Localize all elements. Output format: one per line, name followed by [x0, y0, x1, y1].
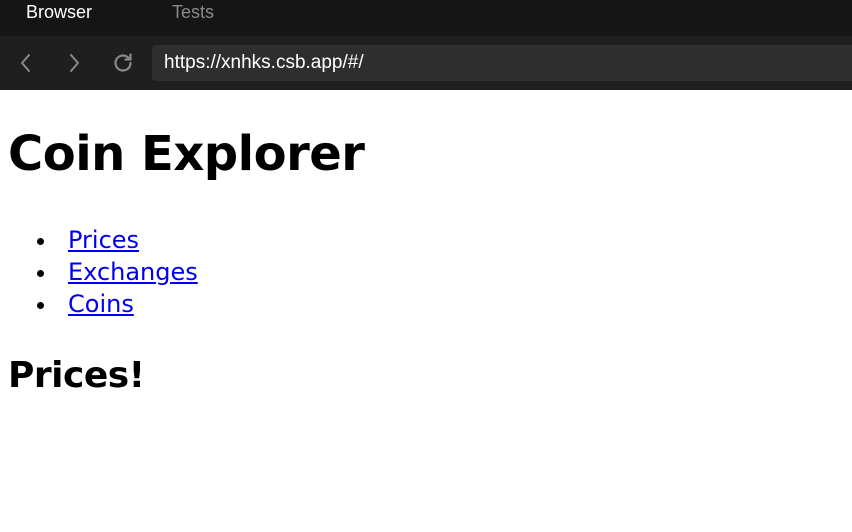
nav-link-list: Prices Exchanges Coins — [28, 224, 198, 320]
coins-link[interactable]: Coins — [68, 290, 134, 318]
exchanges-link[interactable]: Exchanges — [68, 258, 198, 286]
list-item: Coins — [28, 288, 198, 320]
page-title: Coin Explorer — [8, 126, 365, 182]
tab-tests[interactable]: Tests — [172, 0, 214, 24]
back-button[interactable] — [12, 49, 40, 77]
chevron-right-icon — [70, 54, 79, 72]
list-item: Prices — [28, 224, 198, 256]
bullet-icon — [37, 238, 44, 245]
prices-link[interactable]: Prices — [68, 226, 139, 254]
browser-chrome: Browser Tests https://xnhks.csb.app/#/ — [0, 0, 852, 90]
bullet-icon — [37, 302, 44, 309]
list-item: Exchanges — [28, 256, 198, 288]
forward-button[interactable] — [60, 49, 88, 77]
bullet-icon — [37, 270, 44, 277]
page-content: Coin Explorer Prices Exchanges Coins Pri… — [0, 90, 852, 532]
section-heading: Prices! — [8, 355, 145, 396]
reload-button[interactable] — [109, 49, 137, 77]
chevron-left-icon — [21, 54, 30, 72]
browser-nav-bar: https://xnhks.csb.app/#/ — [0, 36, 852, 90]
reload-icon — [114, 53, 132, 72]
tab-browser[interactable]: Browser — [26, 0, 92, 24]
browser-tab-bar: Browser Tests — [0, 0, 852, 36]
url-input[interactable]: https://xnhks.csb.app/#/ — [152, 45, 852, 81]
